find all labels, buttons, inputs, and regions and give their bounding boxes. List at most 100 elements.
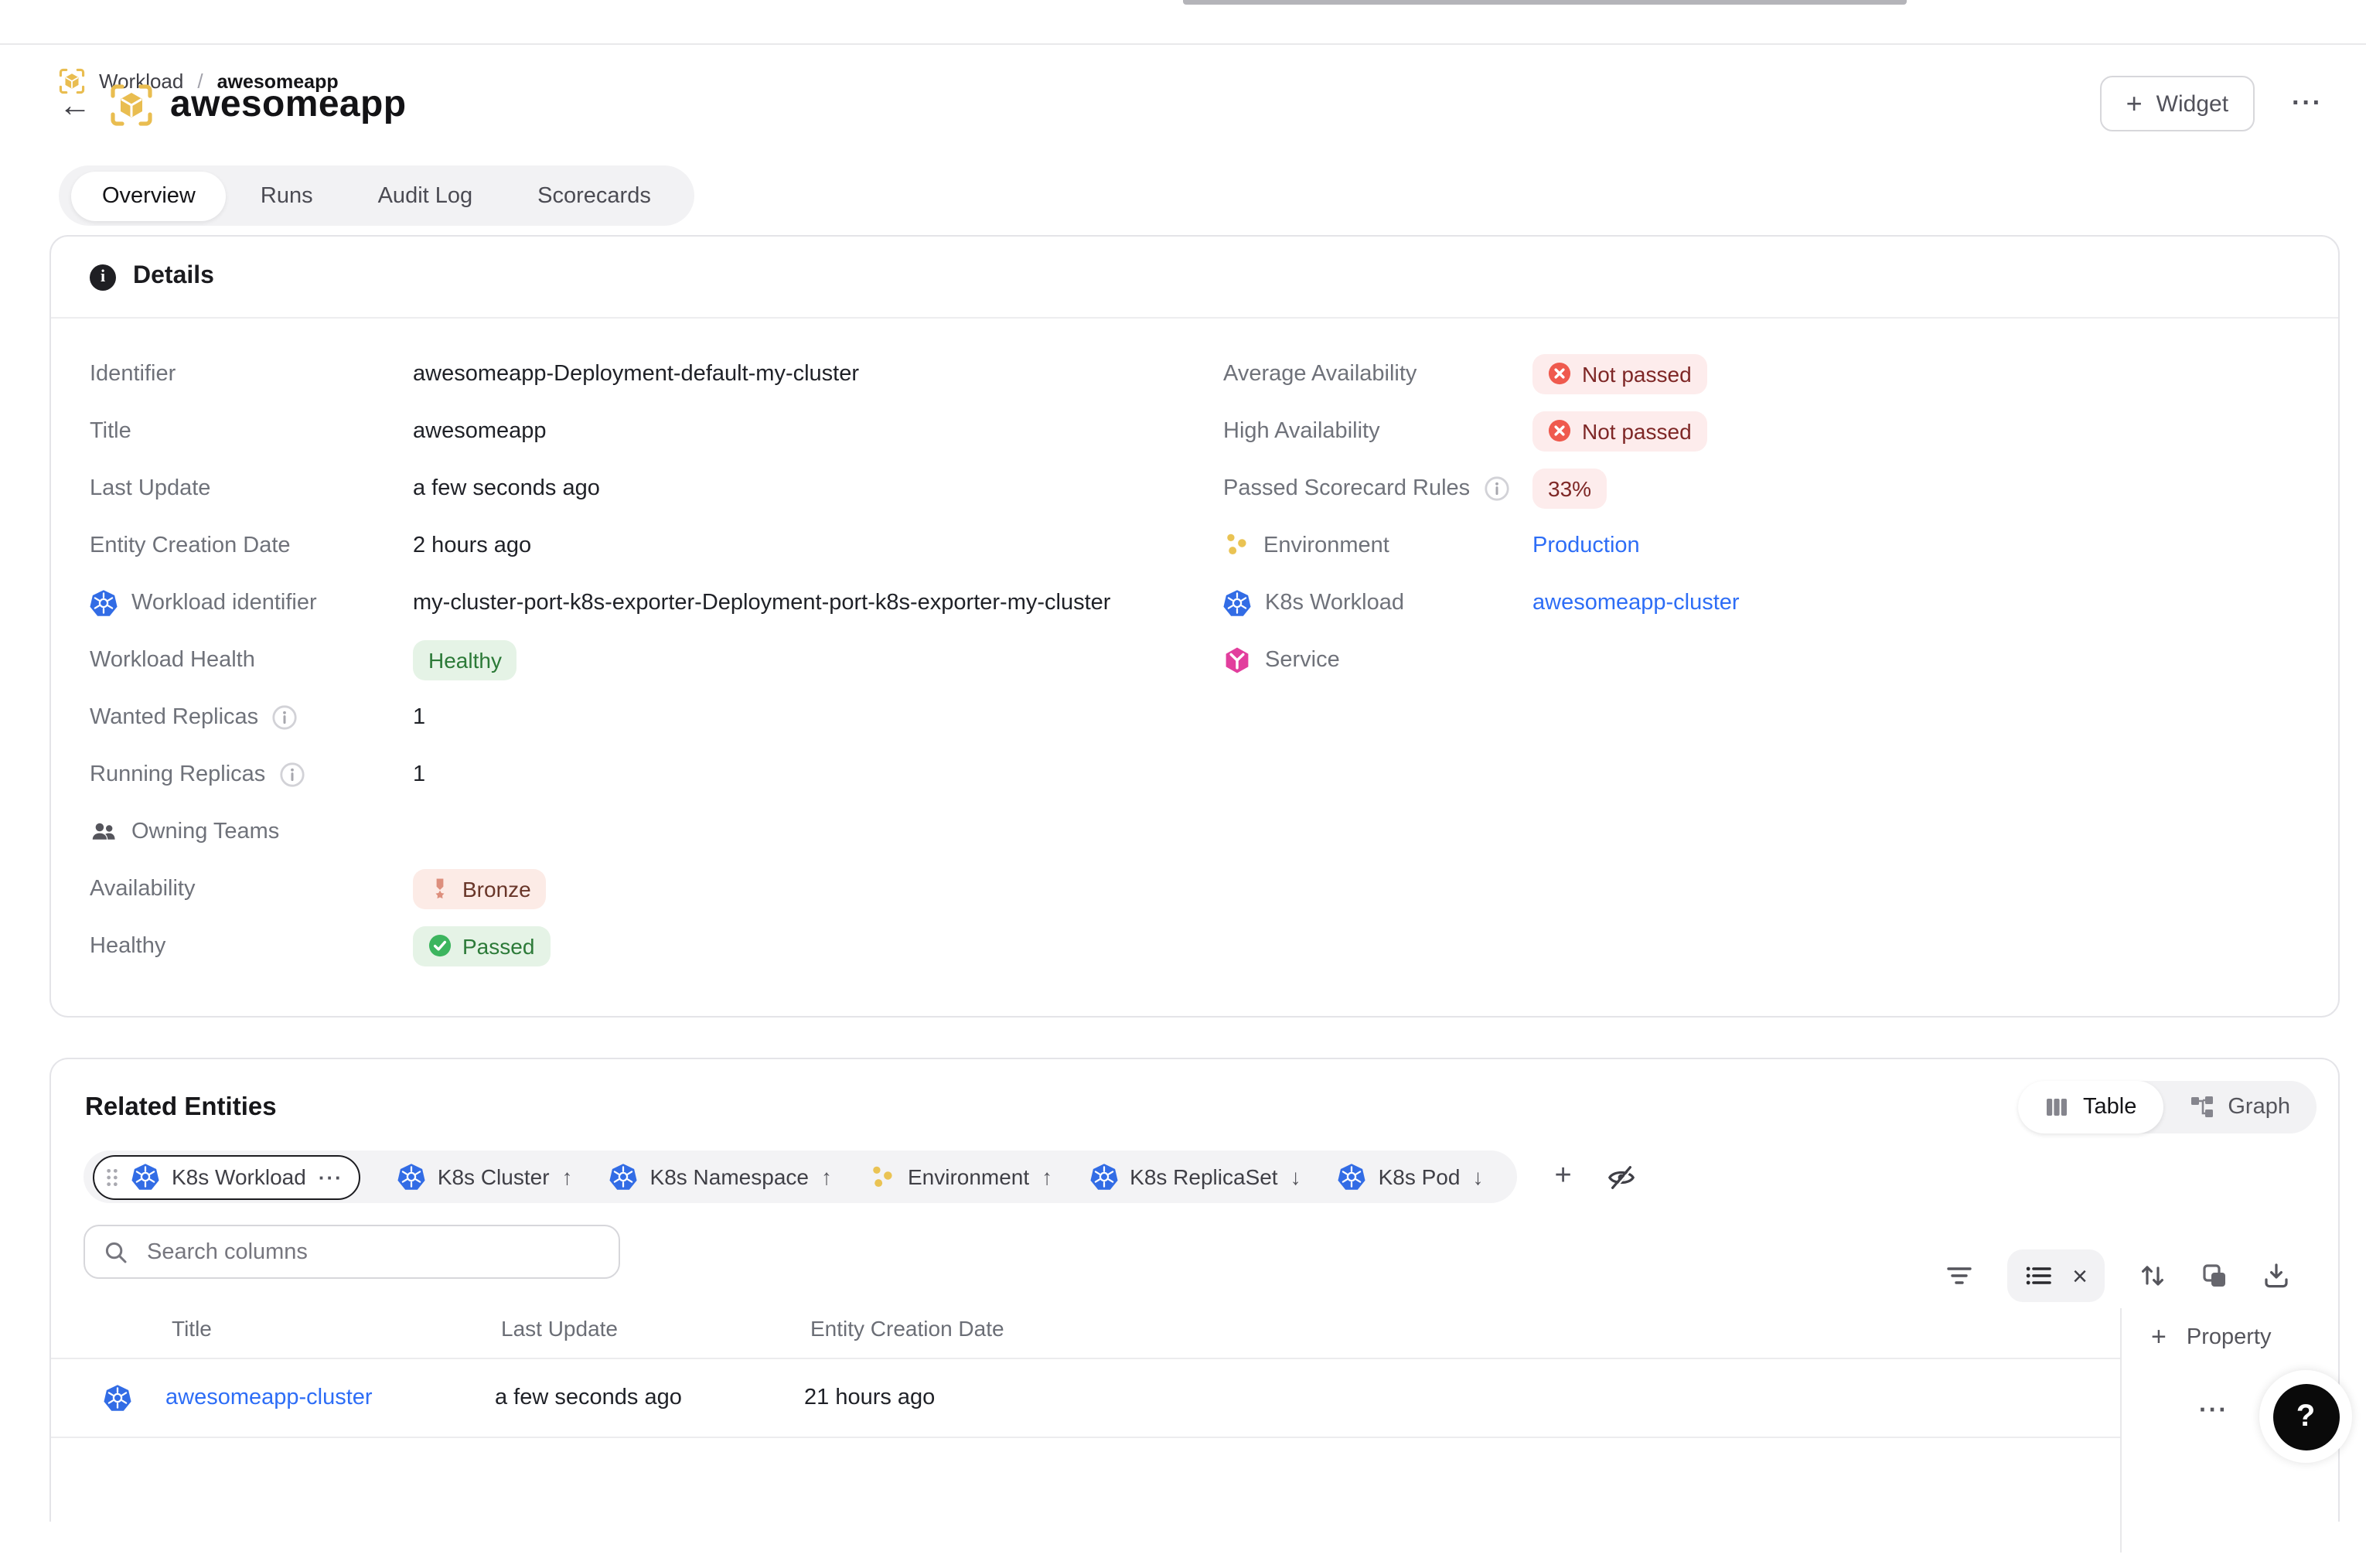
k8s-icon	[90, 588, 118, 616]
field-label-text: Service	[1265, 647, 1340, 672]
details-title: Details	[133, 263, 214, 291]
sort-icon[interactable]	[2139, 1262, 2167, 1290]
field-label: K8s Workload	[1223, 588, 1532, 616]
chips-actions: +	[1554, 1160, 1636, 1194]
chip-k8s-namespace[interactable]: K8s Namespace ↑	[610, 1163, 832, 1191]
add-property-label: Property	[2187, 1324, 2272, 1349]
related-entities-card: Related Entities Table Graph K8s Workloa…	[49, 1058, 2340, 1522]
info-icon[interactable]	[1484, 476, 1509, 500]
chip-k8s-pod[interactable]: K8s Pod ↓	[1338, 1163, 1484, 1191]
search-icon	[104, 1239, 128, 1264]
healthy-badge: Passed	[413, 925, 550, 966]
add-property-button[interactable]: + Property	[2122, 1308, 2338, 1350]
search-columns-input[interactable]	[144, 1238, 600, 1266]
field-label: Wanted Replicas	[90, 704, 413, 729]
chip-more-icon[interactable]: ···	[319, 1165, 343, 1188]
top-bar	[0, 0, 2366, 45]
detail-row-running-replicas: Running Replicas 1	[90, 745, 1223, 803]
row-actions-icon[interactable]: ···	[2199, 1398, 2228, 1426]
relation-chips-row: K8s Workload ··· K8s Cluster ↑ K8s Names…	[84, 1150, 2338, 1203]
clear-group-icon[interactable]: ×	[2072, 1263, 2088, 1289]
view-toggle-table[interactable]: Table	[2018, 1081, 2163, 1133]
related-entities-table: Title Last Update Entity Creation Date a…	[51, 1297, 2338, 1568]
hide-relations-icon[interactable]	[1607, 1162, 1637, 1191]
column-header-entity-creation-date[interactable]: Entity Creation Date	[804, 1315, 2338, 1340]
plus-icon: +	[2151, 1324, 2167, 1350]
field-label: Passed Scorecard Rules	[1223, 476, 1532, 500]
field-label: Entity Creation Date	[90, 533, 413, 557]
badge-text: Healthy	[428, 649, 502, 670]
table-header-row: Title Last Update Entity Creation Date	[51, 1297, 2338, 1358]
row-last-update: a few seconds ago	[495, 1385, 804, 1409]
plus-icon: +	[2126, 90, 2143, 118]
chip-label: K8s Pod	[1379, 1164, 1461, 1189]
search-columns-box	[84, 1225, 620, 1279]
info-icon[interactable]	[279, 762, 304, 786]
details-card-header: i Details	[51, 237, 2338, 319]
drag-handle-icon[interactable]	[105, 1167, 119, 1187]
arrow-down-icon: ↓	[1290, 1164, 1301, 1189]
view-toggle-graph[interactable]: Graph	[2163, 1081, 2317, 1133]
page-title: awesomeapp	[170, 84, 406, 127]
column-header-last-update[interactable]: Last Update	[495, 1315, 804, 1340]
chip-k8s-workload[interactable]: K8s Workload ···	[93, 1154, 360, 1199]
team-icon	[90, 817, 118, 845]
detail-row-healthy: Healthy Passed	[90, 917, 1223, 974]
group-by-pill: ×	[2007, 1249, 2105, 1302]
passed-scorecard-rules-badge: 33%	[1532, 468, 1607, 508]
field-value: a few seconds ago	[413, 476, 1223, 500]
arrow-up-icon: ↑	[821, 1164, 832, 1189]
back-button[interactable]: ←	[59, 89, 91, 121]
tab-scorecards[interactable]: Scorecards	[506, 171, 682, 220]
add-relation-icon[interactable]: +	[1554, 1160, 1571, 1194]
badge-text: Not passed	[1582, 420, 1692, 441]
column-header-title[interactable]: Title	[165, 1315, 495, 1340]
x-circle-icon	[1548, 419, 1571, 442]
copy-icon[interactable]	[2201, 1262, 2228, 1290]
tab-overview[interactable]: Overview	[71, 171, 227, 220]
table-divider	[51, 1358, 2338, 1359]
entity-tabs: Overview Runs Audit Log Scorecards	[59, 165, 694, 226]
list-icon[interactable]	[2024, 1262, 2052, 1290]
k8s-icon	[397, 1163, 425, 1191]
chip-environment[interactable]: Environment ↑	[869, 1164, 1052, 1190]
table-view-icon	[2044, 1095, 2069, 1120]
help-button-wrap: ?	[2259, 1370, 2352, 1463]
chip-label: K8s Workload	[172, 1164, 306, 1189]
detail-row-last-update: Last Update a few seconds ago	[90, 459, 1223, 516]
field-label: Workload Health	[90, 647, 413, 672]
tab-runs[interactable]: Runs	[230, 171, 344, 220]
field-label: Availability	[90, 876, 413, 901]
view-toggle-graph-label: Graph	[2228, 1095, 2290, 1120]
k8s-icon	[104, 1383, 131, 1411]
details-left-column: Identifier awesomeapp-Deployment-default…	[90, 345, 1223, 974]
arrow-up-icon: ↑	[562, 1164, 573, 1189]
row-title-link[interactable]: awesomeapp-cluster	[165, 1385, 373, 1409]
k8s-icon	[1089, 1163, 1117, 1191]
field-value: awesomeapp-Deployment-default-my-cluster	[413, 361, 1223, 386]
graph-view-icon	[2189, 1095, 2214, 1120]
page-more-menu-icon[interactable]: ···	[2292, 88, 2323, 119]
details-info-icon: i	[90, 264, 116, 290]
info-icon[interactable]	[272, 704, 297, 729]
tab-audit-log[interactable]: Audit Log	[347, 171, 504, 220]
k8s-workload-link[interactable]: awesomeapp-cluster	[1532, 590, 1740, 615]
environment-icon	[869, 1164, 895, 1190]
workload-health-badge: Healthy	[413, 639, 517, 680]
field-value: awesomeapp	[413, 418, 1223, 443]
environment-link[interactable]: Production	[1532, 533, 1640, 557]
help-button[interactable]: ?	[2272, 1383, 2339, 1450]
field-value: 1	[413, 762, 1223, 786]
k8s-icon	[610, 1163, 638, 1191]
table-row[interactable]: awesomeapp-cluster a few seconds ago 21 …	[51, 1358, 2338, 1437]
detail-row-title: Title awesomeapp	[90, 402, 1223, 459]
add-widget-button[interactable]: + Widget	[2100, 76, 2255, 131]
chip-k8s-replicaset[interactable]: K8s ReplicaSet ↓	[1089, 1163, 1301, 1191]
detail-row-identifier: Identifier awesomeapp-Deployment-default…	[90, 345, 1223, 402]
download-icon[interactable]	[2262, 1262, 2290, 1290]
view-toggle: Table Graph	[2018, 1081, 2317, 1133]
chip-k8s-cluster[interactable]: K8s Cluster ↑	[397, 1163, 573, 1191]
detail-row-wanted-replicas: Wanted Replicas 1	[90, 688, 1223, 745]
filter-icon[interactable]	[1945, 1262, 1973, 1290]
detail-row-service: Service	[1223, 631, 2300, 688]
